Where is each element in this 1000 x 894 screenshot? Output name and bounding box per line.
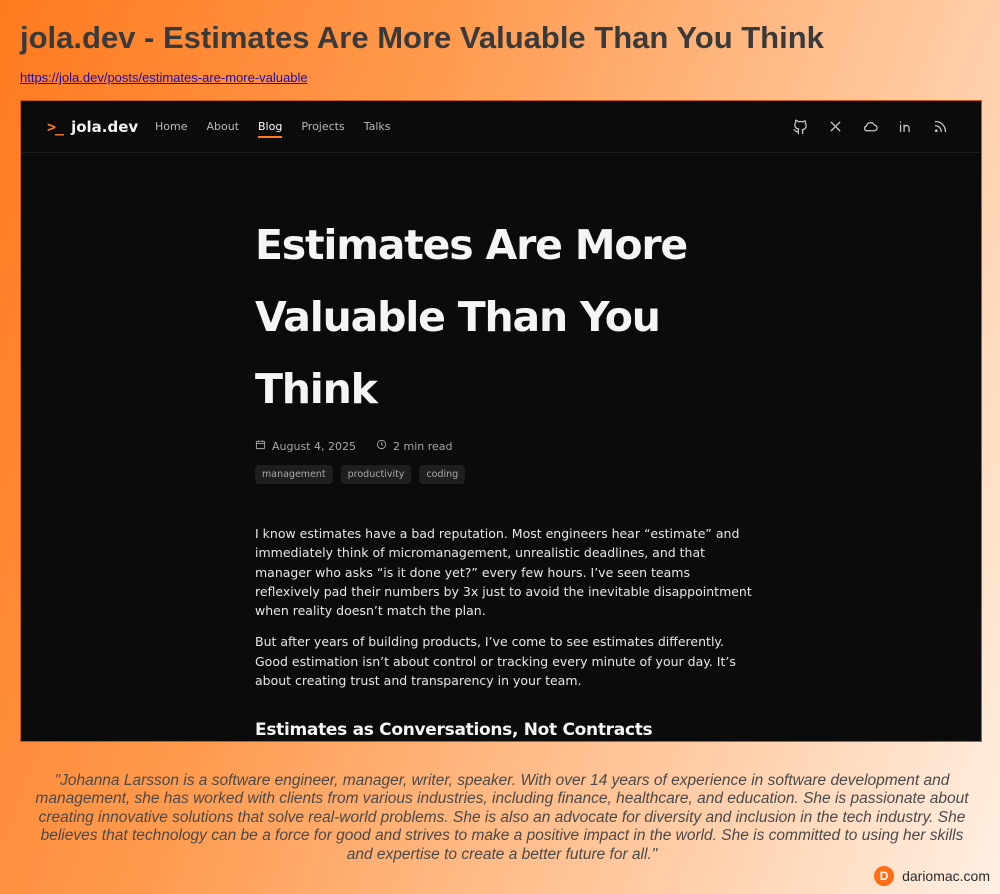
credit-name: dariomac.com (902, 868, 990, 884)
post-title: Estimates Are More Valuable Than You Thi… (255, 221, 688, 413)
terminal-prompt-icon: >_ (47, 118, 64, 136)
nav-link-talks[interactable]: Talks (364, 120, 391, 137)
tag-coding[interactable]: coding (419, 465, 466, 484)
post-read-time: 2 min read (376, 439, 453, 453)
social-links (792, 118, 949, 135)
post-body: I know estimates have a bad reputation. … (255, 524, 755, 690)
clock-icon (376, 439, 387, 453)
nav-link-home[interactable]: Home (155, 120, 187, 137)
nav-link-about[interactable]: About (206, 120, 239, 137)
site-logo[interactable]: >_ jola.dev (47, 118, 138, 136)
nav-link-projects[interactable]: Projects (301, 120, 344, 137)
blog-post: Estimates Are More Valuable Than You Thi… (255, 209, 755, 740)
post-read-time-text: 2 min read (392, 439, 453, 453)
dariomac-logo-icon: D (874, 866, 895, 886)
website-screenshot: >_ jola.dev Home About Blog Projects Tal… (20, 100, 982, 742)
tag-productivity[interactable]: productivity (340, 465, 412, 484)
post-paragraph: I know estimates have a bad reputation. … (255, 526, 752, 619)
nav-link-blog[interactable]: Blog (258, 120, 283, 138)
bluesky-icon[interactable] (862, 118, 879, 135)
calendar-icon (255, 439, 266, 453)
post-date-text: August 4, 2025 (272, 439, 356, 453)
rss-icon[interactable] (932, 118, 949, 135)
site-header: >_ jola.dev Home About Blog Projects Tal… (21, 101, 981, 153)
post-subheading: Estimates as Conversations, Not Contract… (255, 720, 653, 741)
page-url-link[interactable]: https://jola.dev/posts/estimates-are-mor… (20, 70, 308, 85)
linkedin-icon[interactable] (897, 118, 914, 135)
page-title: jola.dev - Estimates Are More Valuable T… (20, 20, 824, 55)
x-icon[interactable] (827, 118, 844, 135)
tag-management[interactable]: management (255, 465, 333, 484)
main-nav: Home About Blog Projects Talks (155, 120, 391, 138)
site-name: jola.dev (71, 118, 139, 136)
post-date: August 4, 2025 (255, 439, 356, 453)
post-tags: management productivity coding (255, 465, 755, 484)
author-quote: "Johanna Larsson is a software engineer,… (35, 772, 969, 863)
post-paragraph: But after years of building products, I’… (255, 634, 736, 689)
post-meta: August 4, 2025 2 min read (255, 439, 755, 453)
github-icon[interactable] (792, 118, 809, 135)
source-credit[interactable]: D dariomac.com (874, 866, 990, 886)
